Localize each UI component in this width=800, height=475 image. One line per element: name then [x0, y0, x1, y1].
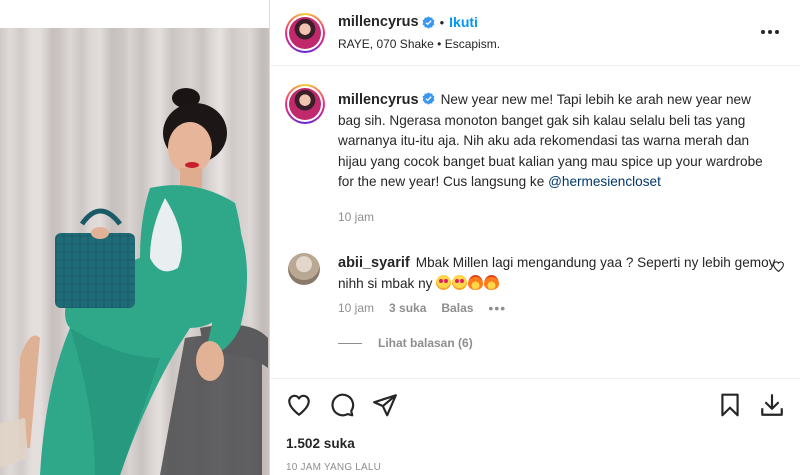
author-username[interactable]: millencyrus: [338, 14, 419, 30]
post-likes-count[interactable]: 1.502 suka: [286, 436, 355, 451]
comment-likes-count[interactable]: 3 suka: [389, 301, 426, 315]
comment-timestamp[interactable]: 10 jam: [338, 301, 374, 315]
separator-dot: •: [439, 14, 445, 30]
verified-badge-icon: [422, 92, 435, 105]
action-bar: 1.502 suka 10 JAM YANG LALU: [270, 378, 800, 475]
post-timestamp[interactable]: 10 JAM YANG LALU: [286, 462, 381, 473]
caption-username[interactable]: millencyrus: [338, 92, 419, 108]
heart-icon[interactable]: [286, 392, 312, 418]
post-header: millencyrus • Ikuti RAYE, 070 Shake • Es…: [270, 0, 800, 66]
replies-line: [338, 342, 362, 344]
fire-emoji: [468, 274, 484, 290]
bookmark-icon[interactable]: [717, 392, 743, 418]
comment-icon[interactable]: [329, 392, 355, 418]
post-photo: [0, 28, 269, 475]
audio-info[interactable]: RAYE, 070 Shake • Escapism.: [338, 37, 500, 51]
heart-eyes-emoji: [436, 274, 452, 290]
comment-like-heart-icon[interactable]: [772, 260, 785, 273]
post-detail-panel: millencyrus • Ikuti RAYE, 070 Shake • Es…: [270, 0, 800, 475]
caption-timestamp[interactable]: 10 jam: [338, 210, 374, 224]
reply-button[interactable]: Balas: [441, 301, 473, 315]
caption-text: millencyrus New year new me! Tapi lebih …: [338, 90, 773, 193]
comment-text: abii_syarif Mbak Millen lagi mengandung y…: [338, 253, 778, 294]
caption-avatar[interactable]: [285, 84, 325, 124]
caption-mention-link[interactable]: @hermesiencloset: [548, 174, 661, 189]
post-media[interactable]: [0, 0, 269, 475]
woman-in-green-dress-illustration: [0, 88, 268, 475]
comment-meta: 10 jam 3 suka Balas •••: [338, 300, 521, 316]
comment-more-icon[interactable]: •••: [488, 300, 506, 316]
commenter-avatar[interactable]: [288, 253, 320, 285]
author-avatar[interactable]: [285, 13, 325, 53]
share-icon[interactable]: [372, 392, 398, 418]
commenter-username[interactable]: abii_syarif: [338, 255, 410, 271]
view-replies-button[interactable]: Lihat balasan (6): [338, 336, 473, 350]
fire-emoji: [484, 274, 500, 290]
more-options-icon[interactable]: [758, 22, 782, 42]
author-row: millencyrus • Ikuti: [338, 14, 478, 30]
download-icon[interactable]: [759, 392, 785, 418]
follow-button[interactable]: Ikuti: [449, 14, 478, 30]
verified-badge-icon: [422, 15, 435, 29]
view-replies-label: Lihat balasan (6): [378, 336, 473, 350]
heart-eyes-emoji: [452, 274, 468, 290]
